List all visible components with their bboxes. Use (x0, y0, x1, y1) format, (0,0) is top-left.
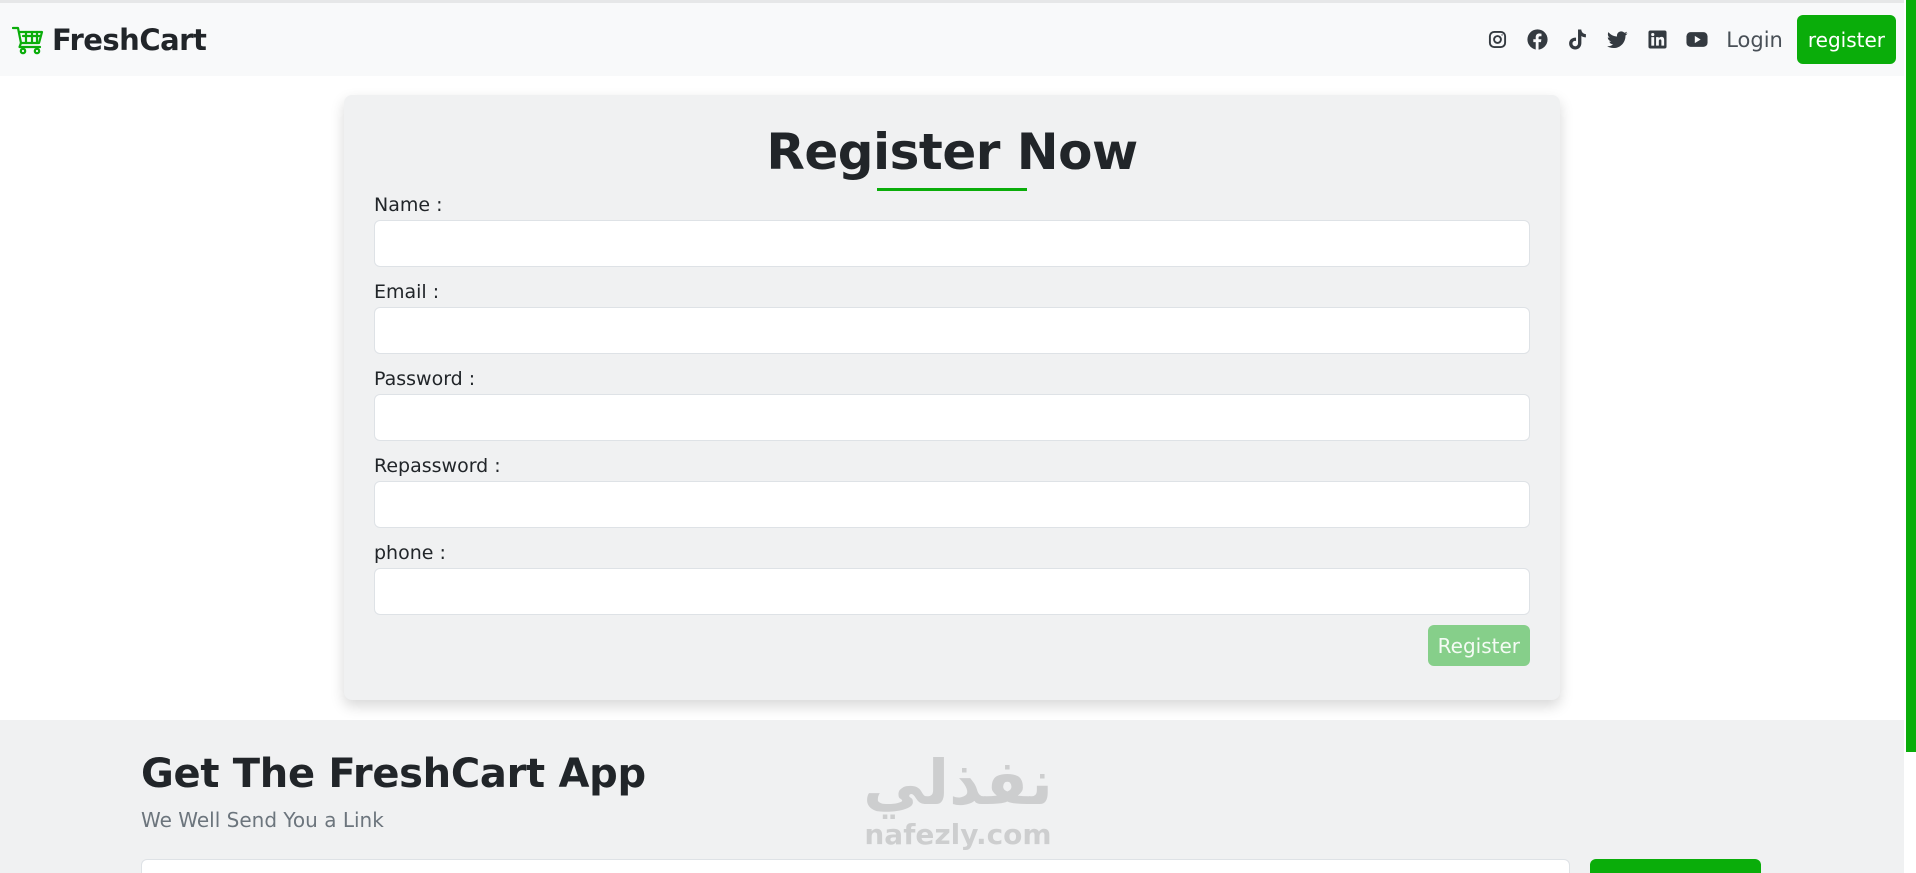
form-actions: Register (374, 625, 1530, 666)
cart-icon (12, 25, 44, 55)
twitter-icon[interactable] (1606, 29, 1628, 51)
name-group: Name : (374, 191, 1530, 267)
repassword-label: Repassword : (374, 455, 501, 477)
nav-right: Login register (1486, 15, 1896, 64)
tiktok-icon[interactable] (1566, 29, 1588, 51)
password-input[interactable] (374, 394, 1530, 441)
footer-share-button[interactable] (1590, 859, 1761, 873)
youtube-icon[interactable] (1686, 29, 1708, 51)
register-form: Name : Email : Password : Repassword : p… (374, 191, 1530, 666)
email-input[interactable] (374, 307, 1530, 354)
password-group: Password : (374, 365, 1530, 441)
app-root: FreshCart Login register Register Now Na… (0, 0, 1916, 873)
footer: Get The FreshCart App We Well Send You a… (0, 720, 1916, 873)
footer-subtitle: We Well Send You a Link (141, 808, 384, 832)
linkedin-icon[interactable] (1646, 29, 1668, 51)
register-nav-button[interactable]: register (1796, 15, 1896, 64)
register-card: Register Now Name : Email : Password : R… (344, 95, 1560, 700)
repassword-group: Repassword : (374, 452, 1530, 528)
scrollbar-thumb[interactable] (1906, 0, 1916, 752)
facebook-icon[interactable] (1526, 29, 1548, 51)
social-links (1486, 29, 1708, 51)
phone-label: phone : (374, 542, 446, 564)
email-label: Email : (374, 281, 440, 303)
register-submit-button[interactable]: Register (1427, 625, 1530, 666)
password-label: Password : (374, 368, 476, 390)
footer-title: Get The FreshCart App (141, 751, 646, 797)
navbar: FreshCart Login register (0, 3, 1916, 76)
phone-input[interactable] (374, 568, 1530, 615)
login-link[interactable]: Login (1726, 28, 1783, 52)
repassword-input[interactable] (374, 481, 1530, 528)
footer-email-input[interactable] (141, 859, 1570, 873)
instagram-icon[interactable] (1486, 29, 1508, 51)
brand-link[interactable]: FreshCart (12, 22, 207, 57)
brand-name: FreshCart (52, 22, 207, 57)
name-label: Name : (374, 194, 443, 216)
phone-group: phone : (374, 539, 1530, 615)
email-group: Email : (374, 278, 1530, 354)
name-input[interactable] (374, 220, 1530, 267)
page-scrollbar[interactable] (1904, 0, 1916, 873)
page-title: Register Now (766, 123, 1138, 181)
